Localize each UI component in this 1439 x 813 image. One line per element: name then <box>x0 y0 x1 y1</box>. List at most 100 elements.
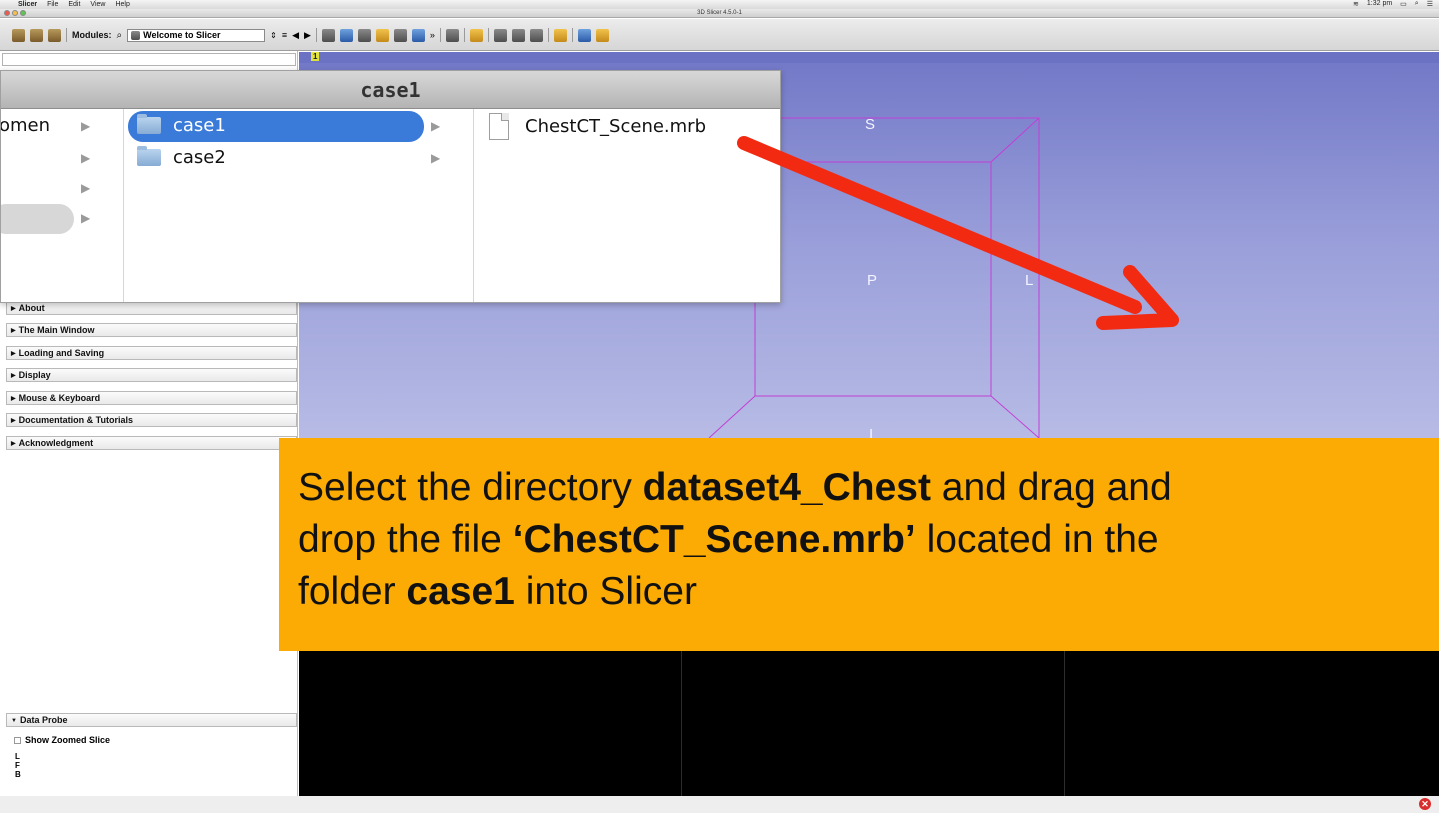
disclosure-arrow-icon: ▶ <box>81 181 91 195</box>
data-module-icon[interactable] <box>321 28 335 42</box>
finder-window[interactable]: case1 omen ▶ ▶ ▶ ▶ case1 ▶ case2 ▶ Chest… <box>0 70 781 303</box>
checkbox-label: Show Zoomed Slice <box>25 735 111 745</box>
folder-label: case2 <box>173 147 226 168</box>
menu-edit[interactable]: Edit <box>68 1 80 8</box>
finder-col1-selection <box>1 204 74 234</box>
module-history-dropdown-icon[interactable]: ⇕ <box>270 31 277 40</box>
transforms-module-icon[interactable] <box>375 28 389 42</box>
finder-folder-case2[interactable]: case2 <box>137 146 226 168</box>
back-arrow-icon[interactable]: ◀ <box>292 30 299 41</box>
text-segment: into Slicer <box>514 570 697 613</box>
disclosure-arrow-icon: ▶ <box>81 211 91 225</box>
mac-menu-bar: Slicer File Edit View Help ≋ 1:32 pm ▭ ⌕… <box>0 0 1439 9</box>
save-data-icon[interactable] <box>48 28 61 42</box>
show-zoomed-slice-checkbox[interactable]: Show Zoomed Slice <box>14 735 110 745</box>
section-loading-saving[interactable]: ▶ Loading and Saving <box>6 346 297 360</box>
toolbar-divider <box>487 28 489 42</box>
text-segment: drop the file <box>298 518 513 561</box>
section-label: Mouse & Keyboard <box>18 393 101 403</box>
menu-help[interactable]: Help <box>115 1 129 8</box>
probe-coord-l: L <box>15 752 20 761</box>
minimize-window-button[interactable] <box>12 10 18 16</box>
folder-icon <box>137 114 161 134</box>
folder-label: case1 <box>173 115 226 136</box>
close-window-button[interactable] <box>4 10 10 16</box>
toolbar-divider <box>315 28 317 42</box>
section-label: Data Probe <box>19 715 68 725</box>
module-selector[interactable]: Welcome to Slicer <box>127 28 266 42</box>
section-mouse-keyboard[interactable]: ▶ Mouse & Keyboard <box>6 391 297 405</box>
toolbar-divider <box>571 28 573 42</box>
module-search-icon[interactable]: ⌕ <box>117 30 123 41</box>
extensions-icon[interactable] <box>411 28 425 42</box>
menu-view[interactable]: View <box>90 1 105 8</box>
section-label: The Main Window <box>18 325 95 335</box>
menu-status-area: ≋ 1:32 pm ▭ ⌕ ☰ <box>1353 0 1433 8</box>
clock[interactable]: 1:32 pm <box>1367 0 1392 8</box>
emphasis-file: ‘ChestCT_Scene.mrb’ <box>512 518 916 561</box>
finder-column-divider <box>123 109 124 302</box>
section-label: Acknowledgment <box>18 438 94 448</box>
section-main-window[interactable]: ▶ The Main Window <box>6 323 297 337</box>
section-display[interactable]: ▶ Display <box>6 368 297 382</box>
zoom-window-button[interactable] <box>20 10 26 16</box>
load-dicom-icon[interactable] <box>30 28 43 42</box>
axis-label-superior: S <box>865 116 876 133</box>
text-segment: located in the <box>915 518 1159 561</box>
more-modules-icon[interactable]: » <box>430 30 435 40</box>
screenshot-icon[interactable] <box>493 28 507 42</box>
finder-folder-case1[interactable]: case1 <box>137 114 226 136</box>
main-toolbar: Modules: ⌕ Welcome to Slicer ⇕ ≡ ◀ ▶ » <box>0 19 1439 51</box>
module-list-icon[interactable]: ≡ <box>282 30 287 40</box>
restore-view-icon[interactable] <box>529 28 543 42</box>
layout-icon[interactable] <box>445 28 459 42</box>
menu-file[interactable]: File <box>47 1 58 8</box>
probe-coord-b: B <box>15 770 21 779</box>
checkbox-box[interactable] <box>14 736 21 744</box>
text-segment: folder <box>298 570 407 613</box>
text-segment: Select the directory <box>298 466 643 509</box>
toolbar-divider <box>66 28 67 42</box>
models-module-icon[interactable] <box>357 28 371 42</box>
scene-view-icon[interactable] <box>511 28 525 42</box>
status-bar: ✕ <box>0 796 1439 813</box>
mouse-mode-icon[interactable] <box>469 28 483 42</box>
module-panel-search[interactable] <box>2 53 296 66</box>
toolbar-divider <box>439 28 441 42</box>
volumes-module-icon[interactable] <box>339 28 353 42</box>
python-console-icon[interactable] <box>595 28 609 42</box>
battery-icon[interactable]: ▭ <box>1400 0 1407 8</box>
disclosure-arrow-icon: ▶ <box>431 151 441 165</box>
axis-label-inferior: I <box>869 426 874 438</box>
list-icon[interactable]: ☰ <box>1427 0 1433 8</box>
menu-app[interactable]: Slicer <box>18 1 37 8</box>
section-documentation[interactable]: ▶ Documentation & Tutorials <box>6 413 297 427</box>
extension-manager-icon[interactable] <box>577 28 591 42</box>
section-about[interactable]: ▶ About <box>6 301 297 315</box>
collapsed-arrow-icon: ▶ <box>11 396 16 402</box>
search-icon[interactable]: ⌕ <box>1415 0 1419 8</box>
finder-file-chestct-scene[interactable]: ChestCT_Scene.mrb <box>489 113 706 140</box>
section-acknowledgment[interactable]: ▶ Acknowledgment <box>6 436 297 450</box>
collapsed-arrow-icon: ▶ <box>11 441 16 447</box>
collapsed-arrow-icon: ▶ <box>11 373 16 379</box>
finder-col1-item[interactable]: omen <box>1 115 50 136</box>
slice-divider <box>681 650 682 796</box>
toolbar-divider <box>463 28 465 42</box>
section-data-probe[interactable]: ▼ Data Probe <box>6 713 297 727</box>
error-log-icon[interactable]: ✕ <box>1419 798 1431 810</box>
window-title-bar: 3D Slicer 4.5.0-1 <box>0 9 1439 18</box>
editor-module-icon[interactable] <box>393 28 407 42</box>
file-label: ChestCT_Scene.mrb <box>525 116 707 137</box>
toolbar-divider <box>547 28 549 42</box>
slicer-screen: Slicer File Edit View Help ≋ 1:32 pm ▭ ⌕… <box>0 0 1439 813</box>
section-label: Documentation & Tutorials <box>18 415 133 425</box>
document-icon <box>489 113 509 140</box>
wifi-icon[interactable]: ≋ <box>1353 0 1359 8</box>
load-data-icon[interactable] <box>12 28 25 42</box>
forward-arrow-icon[interactable]: ▶ <box>304 30 311 41</box>
axis-label-left: L <box>1025 272 1034 289</box>
collapsed-arrow-icon: ▶ <box>11 328 16 334</box>
modules-label: Modules: <box>72 30 112 40</box>
fiducial-place-icon[interactable] <box>553 28 567 42</box>
